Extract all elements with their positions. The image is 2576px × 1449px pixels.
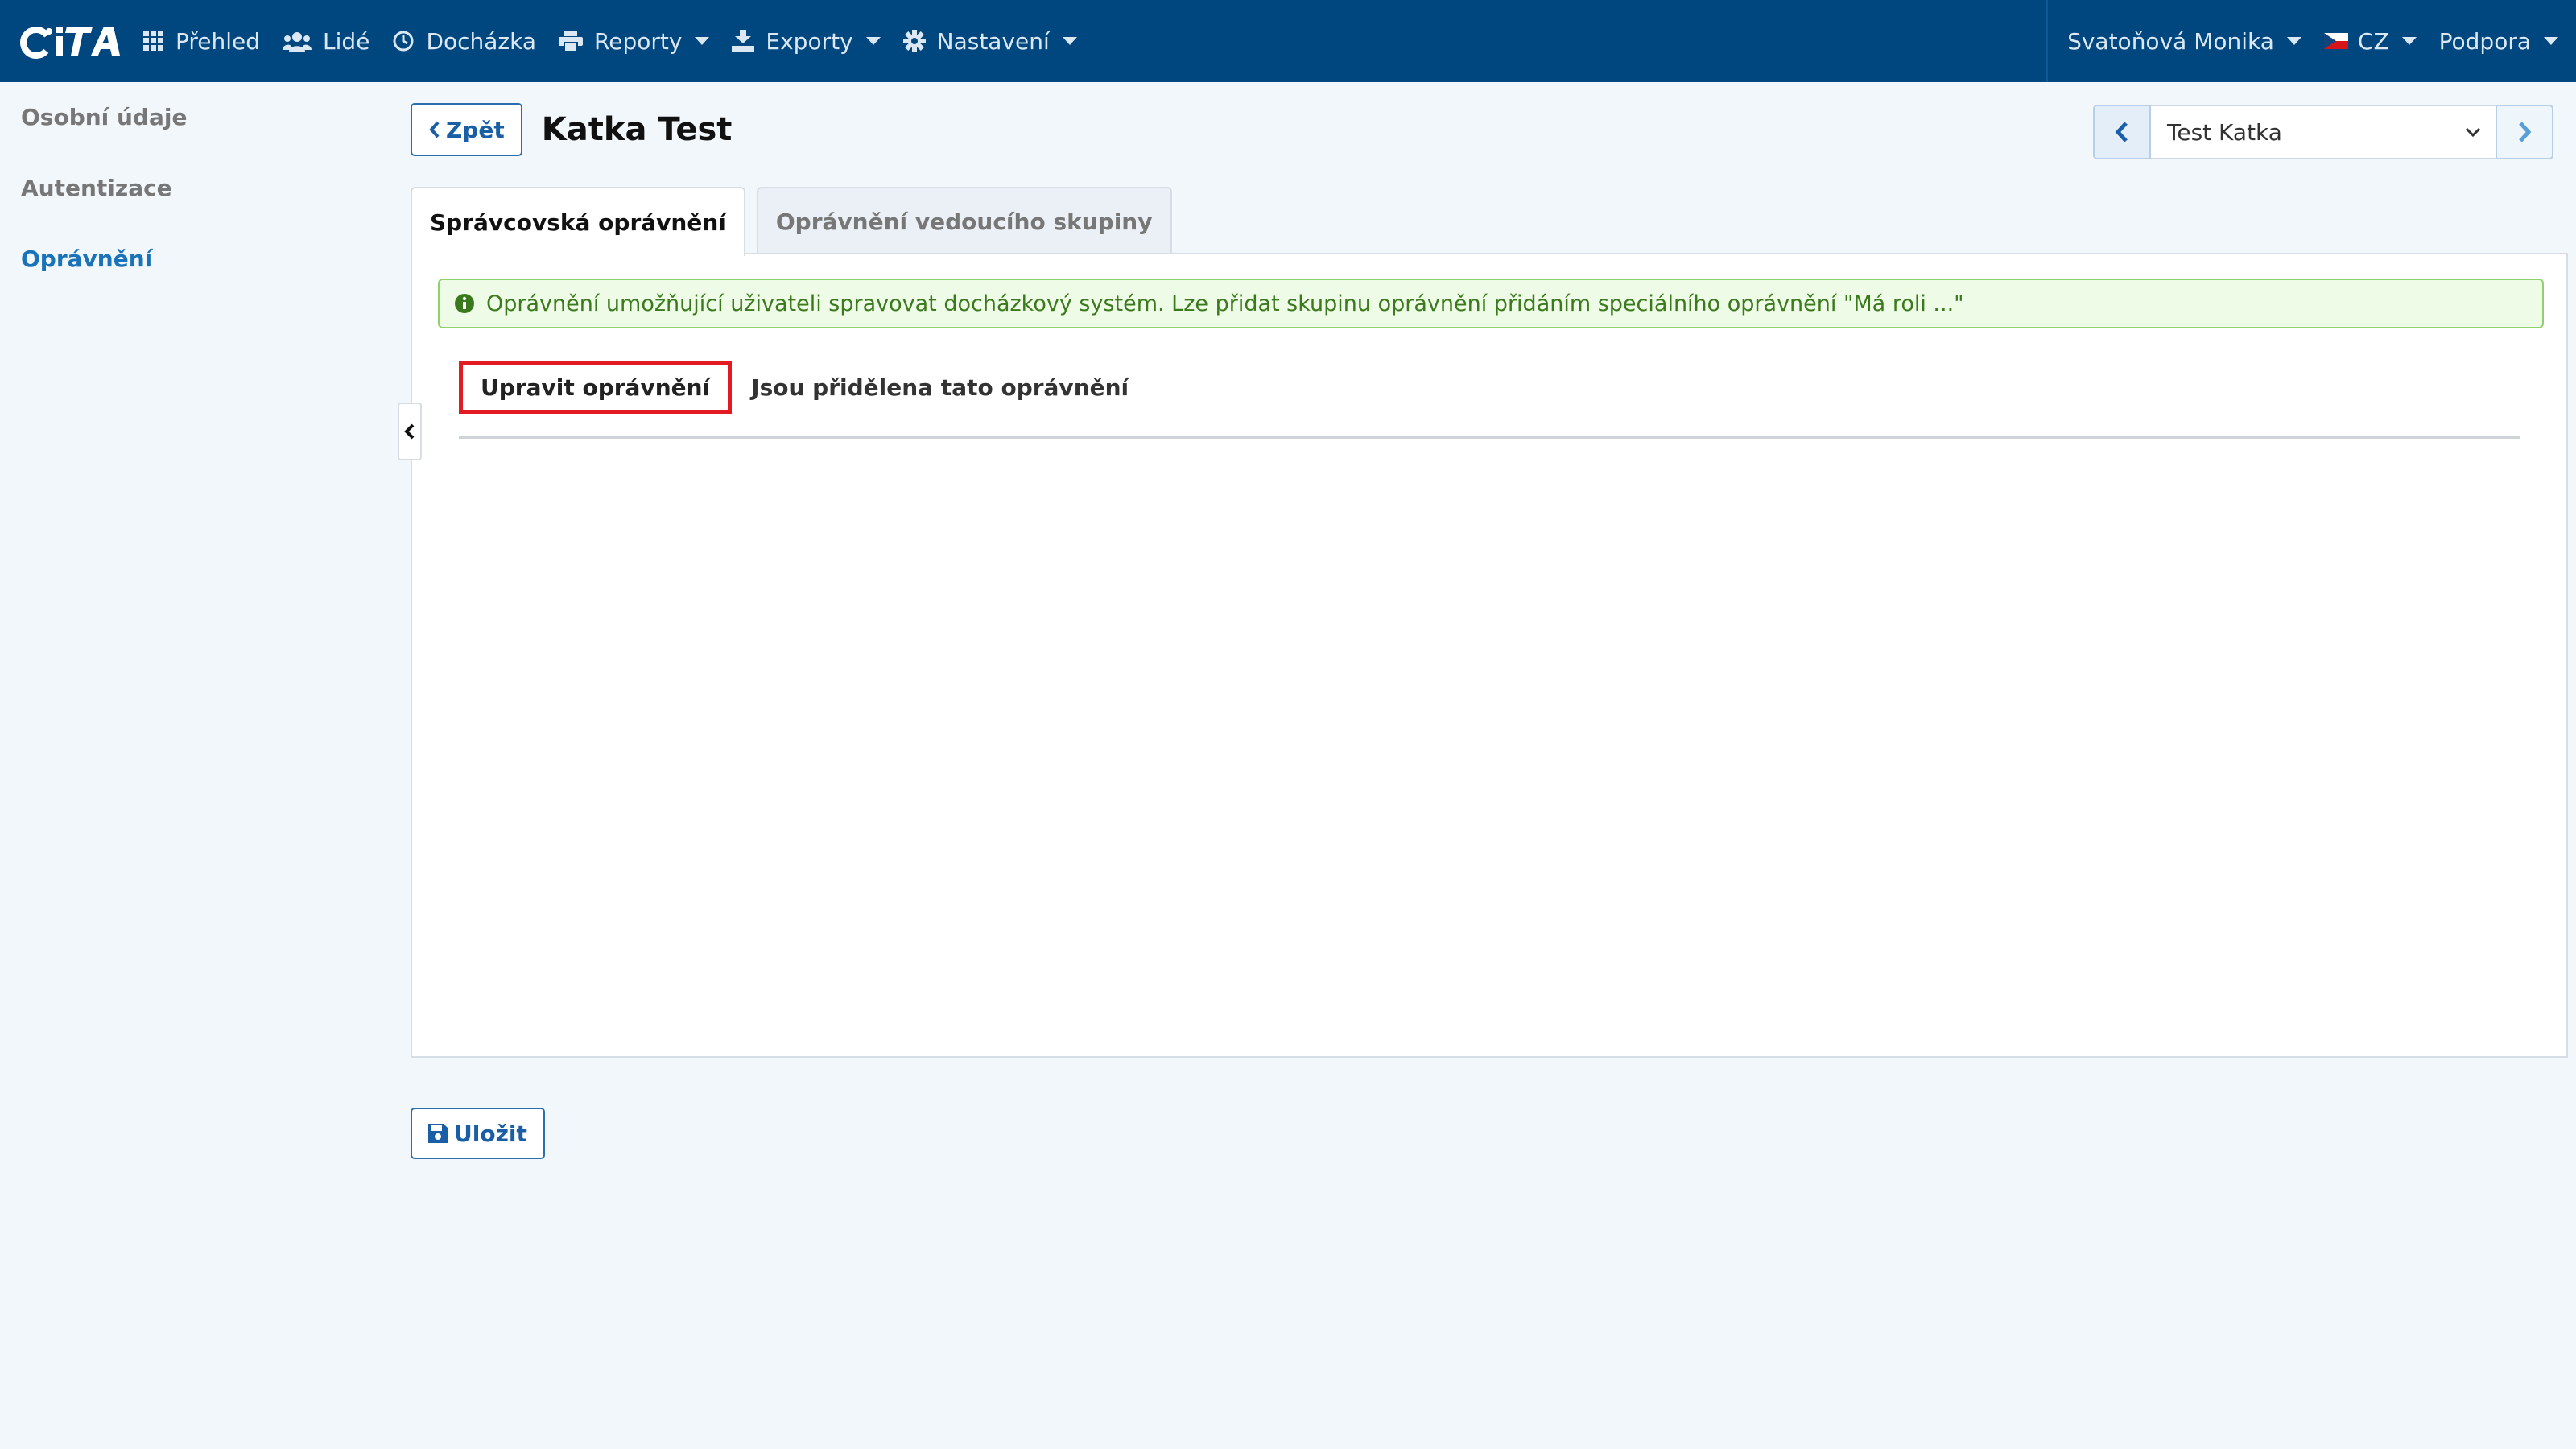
top-navbar: Přehled Lidé Docházka Reporty Exporty Na… — [0, 0, 2576, 82]
subtab-upravit-opravneni[interactable]: Upravit oprávnění — [459, 361, 733, 414]
save-button[interactable]: Uložit — [411, 1108, 545, 1159]
floppy-disk-icon — [428, 1124, 448, 1143]
chevron-left-icon — [404, 423, 415, 440]
chevron-left-icon — [2115, 122, 2128, 142]
page-header: Zpět Katka Test — [411, 103, 732, 156]
caret-down-icon — [2401, 37, 2417, 45]
chevron-right-icon — [2519, 122, 2532, 142]
next-user-button[interactable] — [2496, 105, 2553, 159]
nav-label: Docházka — [426, 27, 537, 55]
sidebar-collapse-handle[interactable] — [398, 402, 422, 460]
czech-flag-icon — [2323, 33, 2348, 49]
sidebar: Osobní údaje Autentizace Oprávnění — [0, 82, 386, 295]
navbar-right: Svatoňová Monika CZ Podpora — [2046, 0, 2576, 82]
tab-panel: Oprávnění umožňující uživateli spravovat… — [411, 253, 2568, 1058]
gear-icon — [902, 30, 926, 52]
clock-icon — [392, 30, 415, 52]
caret-down-icon — [2286, 37, 2301, 45]
language-menu[interactable]: CZ — [2313, 0, 2428, 82]
sidebar-item-opravneni[interactable]: Oprávnění — [0, 224, 386, 295]
export-icon — [732, 30, 755, 52]
nav-item-exporty[interactable]: Exporty — [720, 0, 891, 82]
app-logo[interactable] — [13, 0, 132, 82]
main-menu: Přehled Lidé Docházka Reporty Exporty Na… — [132, 0, 1088, 82]
back-label: Zpět — [446, 116, 505, 143]
tab-spravcovska-opravneni[interactable]: Správcovská oprávnění — [411, 187, 745, 256]
user-name: Svatoňová Monika — [2067, 27, 2274, 55]
tab-opravneni-vedouciho-skupiny[interactable]: Oprávnění vedoucího skupiny — [756, 187, 1172, 254]
previous-user-button[interactable] — [2093, 105, 2151, 159]
user-select-value: Test Katka — [2167, 118, 2282, 146]
support-label: Podpora — [2438, 27, 2531, 55]
page-title: Katka Test — [541, 111, 733, 148]
caret-down-icon — [695, 37, 710, 45]
permission-tabs: Správcovská oprávnění Oprávnění vedoucíh… — [411, 187, 1183, 256]
subtab-prirazena-opravneni[interactable]: Jsou přidělena tato oprávnění — [732, 361, 1148, 414]
info-alert: Oprávnění umožňující uživateli spravovat… — [438, 279, 2544, 328]
caret-down-icon — [2544, 37, 2558, 45]
nav-item-prehled[interactable]: Přehled — [132, 0, 271, 82]
nav-label: Reporty — [594, 27, 683, 55]
nav-item-nastaveni[interactable]: Nastavení — [892, 0, 1088, 82]
save-label: Uložit — [454, 1120, 527, 1147]
sidebar-item-autentizace[interactable]: Autentizace — [0, 153, 386, 224]
nav-item-dochazka[interactable]: Docházka — [381, 0, 547, 82]
nav-label: Nastavení — [936, 27, 1050, 55]
language-label: CZ — [2357, 27, 2389, 55]
nav-item-lide[interactable]: Lidé — [271, 0, 381, 82]
user-menu[interactable]: Svatoňová Monika — [2056, 0, 2313, 82]
nav-label: Lidé — [323, 27, 370, 55]
chevron-down-icon — [2465, 127, 2481, 138]
nav-item-reporty[interactable]: Reporty — [547, 0, 720, 82]
cita-logo-icon — [20, 27, 120, 59]
info-circle-icon — [454, 293, 475, 314]
nav-label: Exporty — [766, 27, 853, 55]
subtab-divider — [459, 436, 2520, 439]
printer-icon — [559, 31, 584, 52]
nav-label: Přehled — [175, 27, 261, 55]
grid-icon — [143, 31, 164, 52]
users-icon — [283, 31, 312, 52]
support-menu[interactable]: Podpora — [2428, 0, 2570, 82]
user-navigator: Test Katka — [2093, 105, 2553, 159]
caret-down-icon — [865, 37, 881, 45]
chevron-left-icon — [428, 120, 441, 139]
permission-subtabs: Upravit oprávnění Jsou přidělena tato op… — [459, 361, 1148, 414]
alert-text: Oprávnění umožňující uživateli spravovat… — [486, 291, 1964, 316]
sidebar-item-osobni-udaje[interactable]: Osobní údaje — [0, 82, 386, 153]
user-select[interactable]: Test Katka — [2151, 105, 2496, 159]
caret-down-icon — [1062, 37, 1077, 45]
back-button[interactable]: Zpět — [411, 103, 522, 156]
